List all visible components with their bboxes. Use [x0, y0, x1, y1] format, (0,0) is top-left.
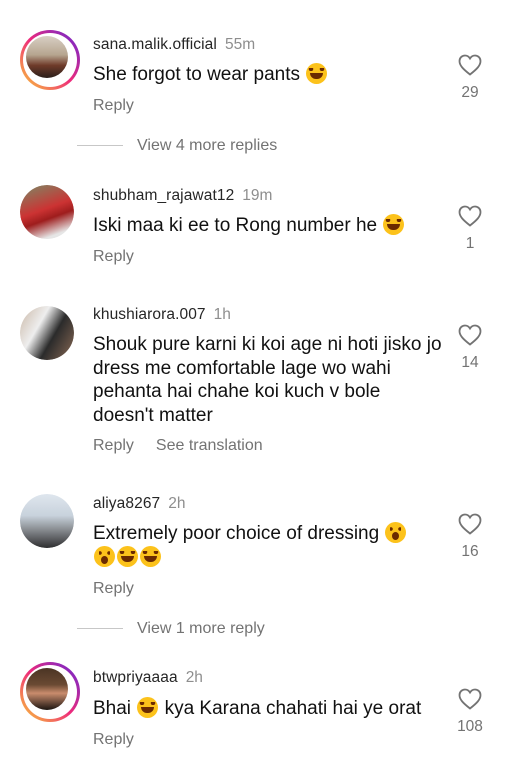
comment-text: Shouk pure karni ki koi age ni hoti jisk… — [93, 333, 443, 427]
heart-outline-icon[interactable] — [458, 688, 482, 710]
reply-button[interactable]: Reply — [93, 437, 134, 454]
like-button[interactable]: 29 — [450, 54, 490, 102]
comment-text-part: Iski maa ki ee to Rong number he — [93, 215, 383, 236]
comment-text-part: Extremely poor choice of dressing — [93, 523, 385, 544]
username[interactable]: aliya8267 — [93, 495, 160, 512]
like-button[interactable]: 16 — [450, 513, 490, 561]
avatar[interactable] — [20, 494, 74, 548]
username[interactable]: btwpriyaaaa — [93, 669, 178, 686]
like-count: 14 — [461, 354, 479, 371]
surprised-emoji-icon — [385, 522, 407, 543]
comment-meta: aliya8267 2h — [93, 495, 186, 513]
surprised-emoji-icon — [94, 545, 115, 567]
comment-actions: Reply — [93, 97, 156, 115]
laughing-emoji-icon — [140, 545, 161, 567]
divider-line — [77, 628, 123, 630]
avatar[interactable] — [20, 306, 74, 360]
comment-text: Iski maa ki ee to Rong number he — [93, 214, 443, 238]
username[interactable]: khushiarora.007 — [93, 306, 206, 323]
reply-button[interactable]: Reply — [93, 731, 134, 748]
timestamp: 19m — [242, 187, 273, 204]
view-more-replies[interactable]: View 1 more reply — [77, 620, 265, 640]
comment-actions: Reply — [93, 580, 156, 598]
timestamp: 1h — [213, 306, 231, 323]
laughing-emoji-icon — [383, 214, 405, 235]
avatar[interactable] — [20, 662, 80, 722]
comment-text: She forgot to wear pants — [93, 63, 443, 87]
heart-outline-icon[interactable] — [458, 324, 482, 346]
comment-actions: Reply See translation — [93, 437, 285, 455]
like-button[interactable]: 14 — [450, 324, 490, 372]
comment-text-part: kya Karana chahati hai ye orat — [159, 698, 422, 719]
laughing-emoji-icon — [306, 63, 328, 84]
heart-outline-icon[interactable] — [458, 205, 482, 227]
timestamp: 55m — [224, 36, 256, 53]
view-more-label[interactable]: View 4 more replies — [137, 137, 277, 154]
timestamp: 2h — [185, 669, 203, 686]
laughing-emoji-icon — [117, 545, 138, 567]
comment-text: Bhai kya Karana chahati hai ye orat — [93, 697, 443, 721]
see-translation-button[interactable]: See translation — [156, 437, 263, 454]
timestamp: 2h — [168, 495, 186, 512]
comment-meta: btwpriyaaaa 2h — [93, 669, 203, 687]
divider-line — [77, 145, 123, 147]
avatar-image — [26, 36, 68, 78]
laughing-emoji-icon — [137, 697, 159, 718]
comment-meta: khushiarora.007 1h — [93, 306, 231, 324]
avatar-image — [20, 494, 74, 548]
avatar-image — [26, 668, 68, 710]
comment-text-part: Bhai — [93, 698, 137, 719]
view-more-label[interactable]: View 1 more reply — [137, 620, 265, 637]
comment-meta: shubham_rajawat12 19m — [93, 187, 272, 205]
avatar[interactable] — [20, 30, 80, 90]
username[interactable]: shubham_rajawat12 — [93, 187, 234, 204]
like-count: 108 — [457, 718, 483, 735]
like-count: 16 — [461, 543, 479, 560]
like-button[interactable]: 108 — [450, 688, 490, 736]
reply-button[interactable]: Reply — [93, 580, 134, 597]
comment-actions: Reply — [93, 248, 156, 266]
reply-button[interactable]: Reply — [93, 248, 134, 265]
heart-outline-icon[interactable] — [458, 54, 482, 76]
like-count: 1 — [465, 235, 475, 252]
comment-text-part: Shouk pure karni ki koi age ni hoti jisk… — [93, 334, 442, 426]
comment-text: Extremely poor choice of dressing — [93, 522, 443, 569]
like-button[interactable]: 1 — [450, 205, 490, 253]
username[interactable]: sana.malik.official — [93, 36, 217, 53]
comment-text-part: She forgot to wear pants — [93, 64, 306, 85]
view-more-replies[interactable]: View 4 more replies — [77, 137, 277, 157]
avatar[interactable] — [20, 185, 74, 239]
comment-meta: sana.malik.official 55m — [93, 36, 255, 54]
like-count: 29 — [461, 84, 479, 101]
avatar-image — [20, 306, 74, 360]
avatar-image — [20, 185, 74, 239]
reply-button[interactable]: Reply — [93, 97, 134, 114]
comment-actions: Reply — [93, 731, 156, 749]
heart-outline-icon[interactable] — [458, 513, 482, 535]
